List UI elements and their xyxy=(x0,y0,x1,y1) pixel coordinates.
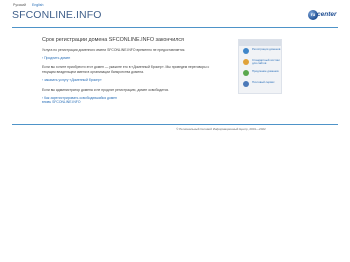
ru-center-logo[interactable]: ru center xyxy=(308,10,340,20)
renewal-notice: Услуга по регистрации доменного имени SF… xyxy=(42,47,186,52)
admin-notice: Если вы администратор домена и не продли… xyxy=(42,87,170,92)
sidebar-header xyxy=(239,40,281,46)
sidebar-item-label: Почтовый сервис xyxy=(252,80,275,84)
bottom-divider xyxy=(12,124,338,125)
lang-russian[interactable]: Русский xyxy=(13,3,26,7)
sidebar-item-hosting[interactable]: Стандартный хостинг для сайтов xyxy=(241,58,280,68)
register-freed-domain-link[interactable]: › Как зарегистрировать освободившийся до… xyxy=(42,96,117,100)
lang-english[interactable]: English xyxy=(32,3,43,7)
footer: © Региональный Сетевой Информационный Це… xyxy=(0,127,350,131)
sidebar-item-label: Регистрация доменов xyxy=(252,47,281,51)
language-switcher: Русский English xyxy=(13,3,48,7)
refresh-icon xyxy=(243,70,249,76)
domain-broker-link[interactable]: › заказать услугу «Доменный брокер» xyxy=(42,78,102,82)
sidebar-item-domains[interactable]: Регистрация доменов xyxy=(241,47,281,57)
footer-copyright: © Региональный Сетевой Информационный Це… xyxy=(176,127,266,131)
sidebar-item-label: Продление доменов xyxy=(252,69,279,73)
logo-text: center xyxy=(317,11,337,18)
server-icon xyxy=(243,59,249,65)
register-freed-domain-link-cont[interactable]: вновь SFCONLINE.INFO xyxy=(42,100,81,104)
page-heading: Срок регистрации домена SFCONLINE.INFO з… xyxy=(42,37,184,43)
mail-icon xyxy=(243,81,249,87)
sidebar-item-label: Стандартный хостинг для сайтов xyxy=(252,58,280,66)
main-content: Срок регистрации домена SFCONLINE.INFO з… xyxy=(42,37,222,105)
site-title: SFCONLINE.INFO xyxy=(12,9,102,21)
services-sidebar: Регистрация доменов Стандартный хостинг … xyxy=(238,39,282,94)
globe-icon xyxy=(243,48,249,54)
broker-notice: Если вы хотите приобрести этот домен — у… xyxy=(42,65,210,74)
sidebar-item-renewal[interactable]: Продление доменов xyxy=(241,69,279,79)
sidebar-item-mail[interactable]: Почтовый сервис xyxy=(241,80,279,90)
top-divider xyxy=(12,27,338,28)
renew-domain-link[interactable]: › Продлить домен xyxy=(42,56,70,60)
